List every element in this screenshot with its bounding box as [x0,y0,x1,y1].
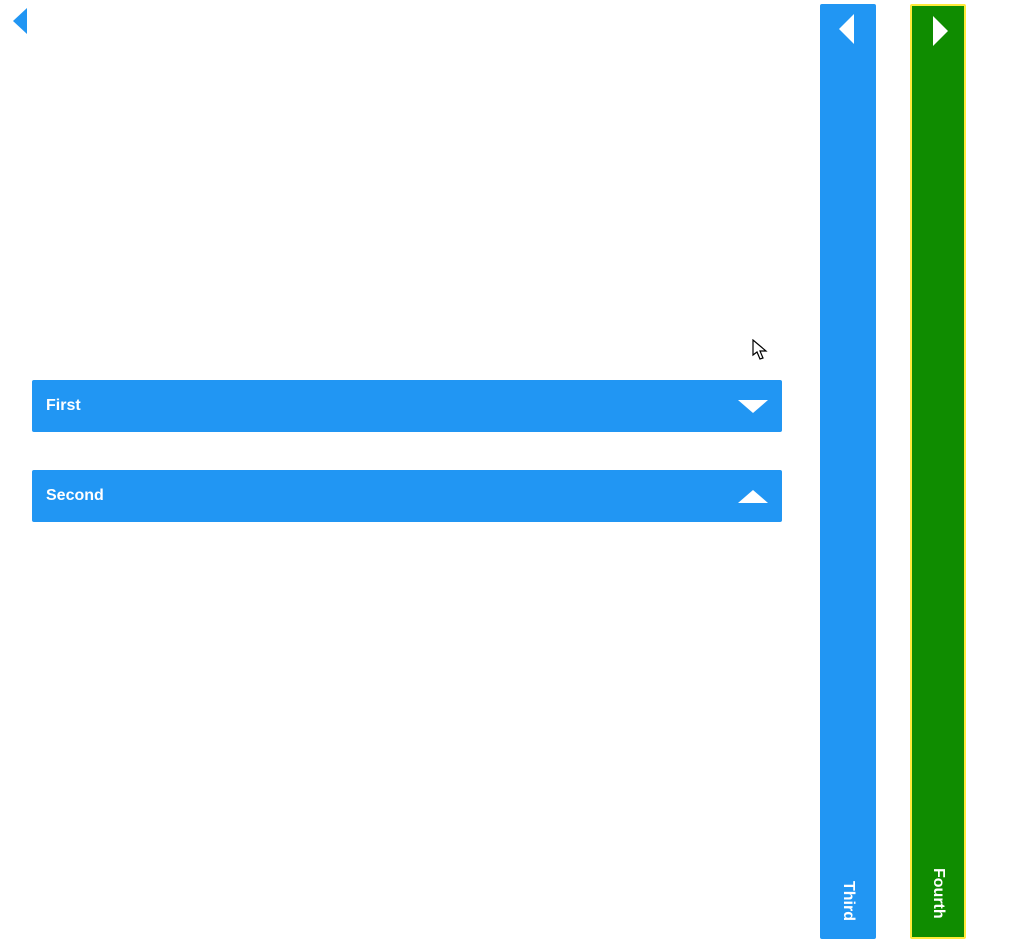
triangle-right-icon [933,16,948,46]
panel-second-label: Second [46,487,104,505]
panel-third-collapsed[interactable]: Third [820,4,876,939]
panel-first-label: First [46,397,81,415]
panel-third-label: Third [839,881,857,921]
triangle-left-icon [11,8,31,34]
main-area: First Second [32,0,782,943]
triangle-up-icon [738,490,768,503]
triangle-down-icon [738,400,768,413]
panel-first[interactable]: First [32,380,782,432]
panel-fourth-label: Fourth [929,868,947,919]
panel-second[interactable]: Second [32,470,782,522]
panel-fourth-collapsed[interactable]: Fourth [910,4,966,939]
triangle-left-icon [839,14,854,44]
